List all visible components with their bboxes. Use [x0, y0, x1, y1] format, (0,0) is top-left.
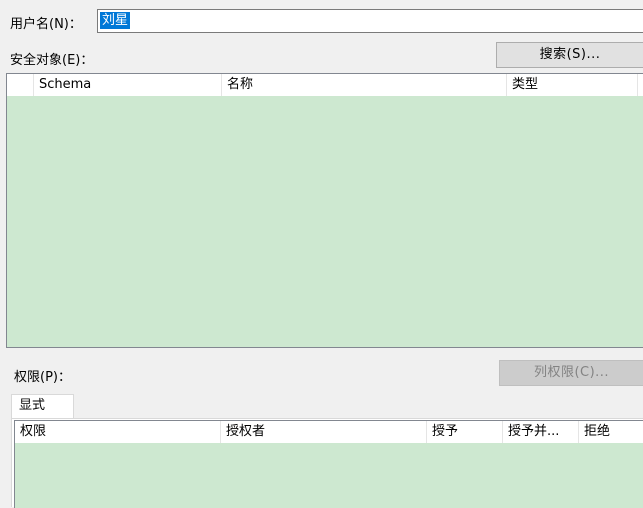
column-permissions-button[interactable]: 列权限(C)... — [499, 360, 643, 386]
securables-col-type[interactable]: 类型 — [507, 74, 638, 96]
search-button[interactable]: 搜索(S)... — [496, 42, 643, 68]
permissions-col-grantor[interactable]: 授权者 — [221, 421, 427, 443]
username-value[interactable]: 刘星 — [100, 12, 131, 29]
permissions-col-permission[interactable]: 权限 — [15, 421, 221, 443]
securables-col-icon[interactable] — [7, 74, 34, 96]
securables-grid[interactable]: Schema 名称 类型 — [6, 73, 643, 348]
explicit-tab-panel: 权限 授权者 授予 授予并... 拒绝 — [11, 418, 643, 508]
permissions-col-deny[interactable]: 拒绝 — [579, 421, 643, 443]
permissions-grid[interactable]: 权限 授权者 授予 授予并... 拒绝 — [14, 420, 643, 508]
permissions-col-grant[interactable]: 授予 — [427, 421, 503, 443]
securables-col-name[interactable]: 名称 — [222, 74, 507, 96]
permissions-col-with-grant[interactable]: 授予并... — [503, 421, 579, 443]
permissions-label: 权限(P)： — [14, 370, 71, 385]
securables-label: 安全对象(E)： — [10, 53, 94, 68]
securables-grid-header: Schema 名称 类型 — [7, 74, 643, 96]
tab-explicit[interactable]: 显式 — [11, 394, 74, 419]
username-label: 用户名(N)： — [10, 17, 82, 32]
securables-col-schema[interactable]: Schema — [34, 74, 222, 96]
permissions-grid-header: 权限 授权者 授予 授予并... 拒绝 — [15, 421, 643, 443]
username-field[interactable]: 刘星 — [97, 9, 643, 33]
